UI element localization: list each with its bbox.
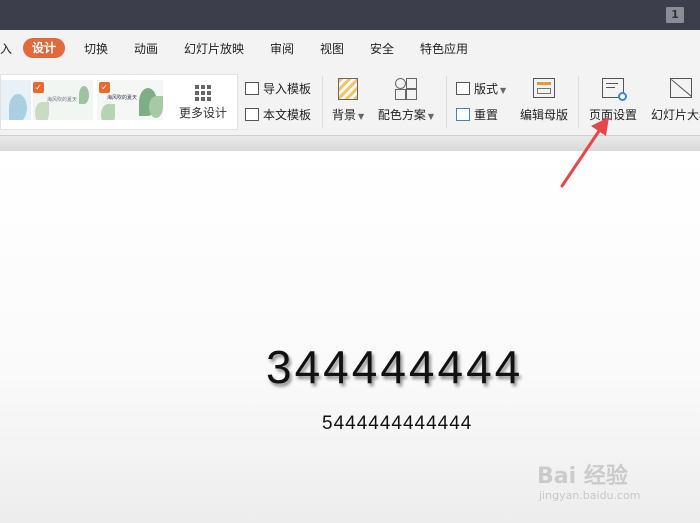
watermark-logo: Bai 经验 [537,464,628,489]
watermark-url: jingyan.baidu.com [539,489,641,502]
arrow-shaft [560,126,603,188]
annotation-arrow [560,117,609,188]
arrow-head [591,117,609,136]
